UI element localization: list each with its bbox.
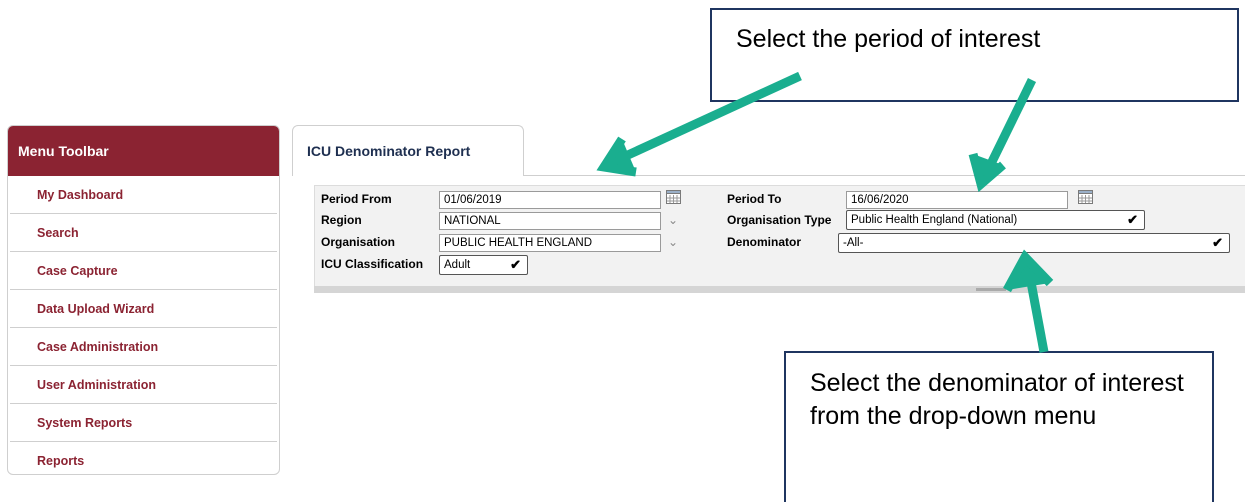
annotation-arrows <box>596 71 1054 353</box>
arrow-to-period-from <box>596 71 802 177</box>
arrow-to-period-to <box>968 78 1037 193</box>
arrow-to-denominator <box>1003 249 1054 353</box>
